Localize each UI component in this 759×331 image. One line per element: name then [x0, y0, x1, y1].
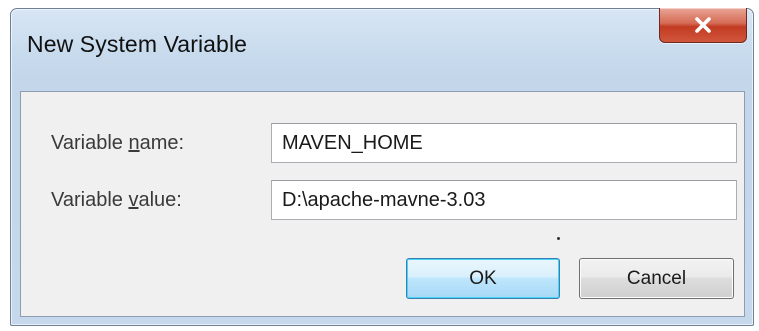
variable-value-label-suffix: alue:: [138, 189, 182, 211]
variable-name-label-suffix: ame:: [139, 132, 185, 154]
variable-value-input[interactable]: D:\apache-mavne-3.03: [271, 180, 737, 220]
variable-name-label: Variable name:: [51, 132, 184, 155]
variable-value-label: Variable value:: [51, 189, 182, 212]
dialog-body: Variable name: MAVEN_HOME Variable value…: [20, 91, 745, 317]
variable-value-label-prefix: Variable: [51, 189, 129, 211]
variable-name-input[interactable]: MAVEN_HOME: [271, 123, 737, 163]
ok-button[interactable]: OK: [406, 258, 560, 299]
variable-name-access-key: n: [128, 132, 140, 154]
dialog-title: New System Variable: [27, 31, 248, 57]
cancel-button[interactable]: Cancel: [579, 258, 734, 299]
variable-name-label-prefix: Variable: [51, 132, 129, 154]
new-system-variable-dialog: New System Variable Variable name: MAVEN…: [10, 8, 754, 326]
cursor-dot: [557, 237, 560, 240]
variable-value-access-key: v: [128, 189, 139, 211]
close-button[interactable]: [659, 8, 747, 43]
close-icon: [695, 17, 711, 33]
